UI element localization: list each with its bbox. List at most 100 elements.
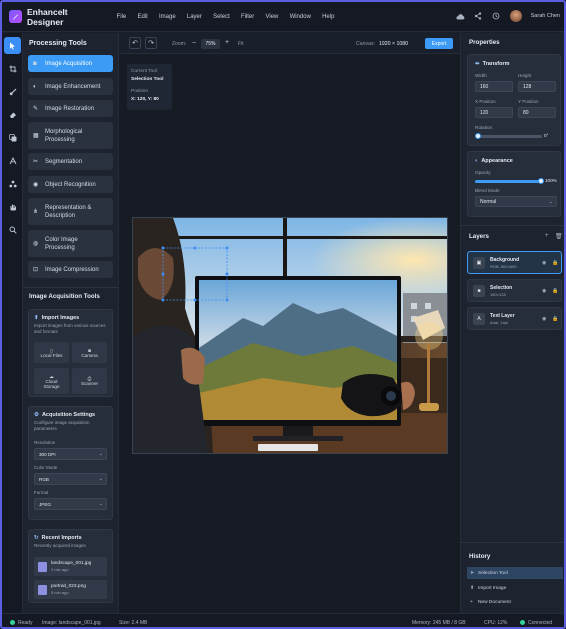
local-files-button[interactable]: ▯ Local Files [34,342,69,363]
blend-mode-value: Normal [480,198,497,205]
add-layer-icon[interactable]: + [545,233,549,239]
color-mode-label: Color Mode [34,465,58,470]
menu-filter[interactable]: Filter [235,14,260,20]
left-panel: Processing Tools ◙ Image Acquisition ◐ Ima… [23,33,119,613]
camera-icon: ◙ [33,60,37,67]
appearance-card: ◐ Appearance Opacity 100% Blend Mode Norm… [467,151,561,217]
user-name[interactable]: Sarah Chen [531,13,560,19]
menu-layer[interactable]: Layer [181,14,207,20]
recent-item[interactable]: landscape_001.jpg 2 min ago [34,557,107,576]
delete-layer-icon[interactable]: 🗑 [555,233,563,240]
text-tool-icon[interactable] [4,152,21,169]
settings-desc: Configure image acquisition parameters [34,420,90,431]
menu-window[interactable]: Window [284,14,317,20]
canvas-size-label: Canvas: [356,41,376,47]
crop-tool-icon[interactable] [4,60,21,77]
tool-image-acquisition[interactable]: ◙ Image Acquisition [28,55,113,72]
rotation-slider-handle[interactable] [475,133,481,139]
contrast-icon: ◐ [33,83,37,90]
color-mode-select[interactable]: RGB ⌄ [34,473,107,485]
right-panel: Properties ⬌ Transform Width 160 Height 1… [460,33,564,613]
menu-image[interactable]: Image [153,14,181,20]
zoom-out-icon[interactable]: − [192,40,196,47]
grid-icon: ▦ [33,133,39,139]
height-input[interactable]: 128 [518,81,556,92]
square-icon: ■ [473,285,485,297]
tool-image-restoration[interactable]: ✎ Image Restoration [28,100,113,117]
layer-item-selection[interactable]: ■ Selection 160×128 ◉ 🔒 [467,279,562,302]
zoom-tool-icon[interactable] [4,221,21,238]
layer-item-text[interactable]: A Text Layer Arial, 14pt ◉ 🔒 [467,307,562,330]
tool-segmentation[interactable]: ✂ Segmentation [28,153,113,170]
cloud-icon[interactable] [456,12,465,21]
shapes-tool-icon[interactable] [4,175,21,192]
canvas-image[interactable] [132,217,448,454]
visibility-eye-icon[interactable]: ◉ [542,316,546,322]
share-icon[interactable] [474,12,483,21]
rotation-slider[interactable] [478,135,542,138]
menu-edit[interactable]: Edit [132,14,154,20]
zoom-in-icon[interactable]: + [225,39,229,46]
chevron-down-icon: ⌄ [98,501,103,507]
cursor-tool-icon[interactable] [4,37,21,54]
tool-representation-description[interactable]: ⋔ Representation & Description [28,198,113,225]
menu-file[interactable]: File [111,14,132,20]
visibility-eye-icon[interactable]: ◉ [542,260,546,266]
avatar[interactable] [509,10,522,22]
scanner-button[interactable]: ⎙ Scanner [72,368,107,394]
layer-item-background[interactable]: ▣ Background RGB, 800×600 ◉ 🔒 [467,251,562,274]
clone-tool-icon[interactable] [4,129,21,146]
blend-mode-select[interactable]: Normal ⌄ [475,196,557,207]
tool-color-image-processing[interactable]: ◍ Color Image Processing [28,230,113,257]
tool-label: Image Compression [45,266,99,273]
fit-button[interactable]: Fit [238,41,244,47]
settings-card-header: ⚙ Acquisition Settings [34,412,112,418]
tool-image-enhancement[interactable]: ◐ Image Enhancement [28,78,113,95]
appearance-title: Appearance [481,158,513,164]
history-icon[interactable] [492,12,501,21]
export-button[interactable]: Export [425,38,453,49]
canvas-area[interactable]: Current Tool Selection Tool Position X: … [119,54,460,613]
opacity-slider-handle[interactable] [538,178,544,184]
brush-tool-icon[interactable] [4,83,21,100]
import-title: Import Images [41,315,80,321]
format-select[interactable]: JPEG ⌄ [34,498,107,510]
tool-object-recognition[interactable]: ◉ Object Recognition [28,176,113,193]
menu-view[interactable]: View [260,14,284,20]
cloud-storage-button[interactable]: ☁ Cloud Storage [34,368,69,394]
upload-icon: ⬆ [34,315,39,321]
hand-tool-icon[interactable] [4,198,21,215]
width-input[interactable]: 160 [475,81,513,92]
opacity-label: Opacity [475,170,491,175]
redo-icon[interactable]: ↷ [145,37,157,49]
eraser-tool-icon[interactable] [4,106,21,123]
visibility-eye-icon[interactable]: ◉ [542,288,546,294]
menu-help[interactable]: Help [317,14,341,20]
recent-item[interactable]: portrait_023.png 5 min ago [34,580,107,599]
menu-select[interactable]: Select [207,14,235,20]
resolution-select[interactable]: 300 DPI ⌄ [34,448,107,460]
history-item[interactable]: ➤ Selection Tool [467,567,563,579]
y-position-input[interactable]: 80 [518,107,556,118]
current-tool-label: Current Tool [131,69,158,74]
rotation-label: Rotation [475,125,493,130]
opacity-slider[interactable] [475,180,541,183]
camera-button[interactable]: ◙ Camera [72,342,107,363]
layer-info: 160×128 [490,292,506,297]
lock-icon[interactable]: 🔒 [552,288,558,294]
image-icon: ▣ [473,257,485,269]
lock-icon[interactable]: 🔒 [552,260,558,266]
connected-indicator-icon [520,620,525,625]
history-item[interactable]: ⬆ Import Image [467,582,563,594]
tool-image-compression[interactable]: ⊡ Image Compression [28,261,113,278]
history-item[interactable]: + New Document [467,596,563,608]
zoom-value[interactable]: 75% [201,39,220,49]
x-position-input[interactable]: 120 [475,107,513,118]
undo-icon[interactable]: ↶ [129,37,141,49]
x-position-label: X Position [475,99,496,104]
tool-label: Image Enhancement [45,83,101,90]
import-desc: Import images from various sources and f… [34,323,106,334]
lock-icon[interactable]: 🔒 [552,316,558,322]
tool-morphological-processing[interactable]: ▦ Morphological Processing [28,122,113,149]
history-icon: ↻ [34,535,39,541]
